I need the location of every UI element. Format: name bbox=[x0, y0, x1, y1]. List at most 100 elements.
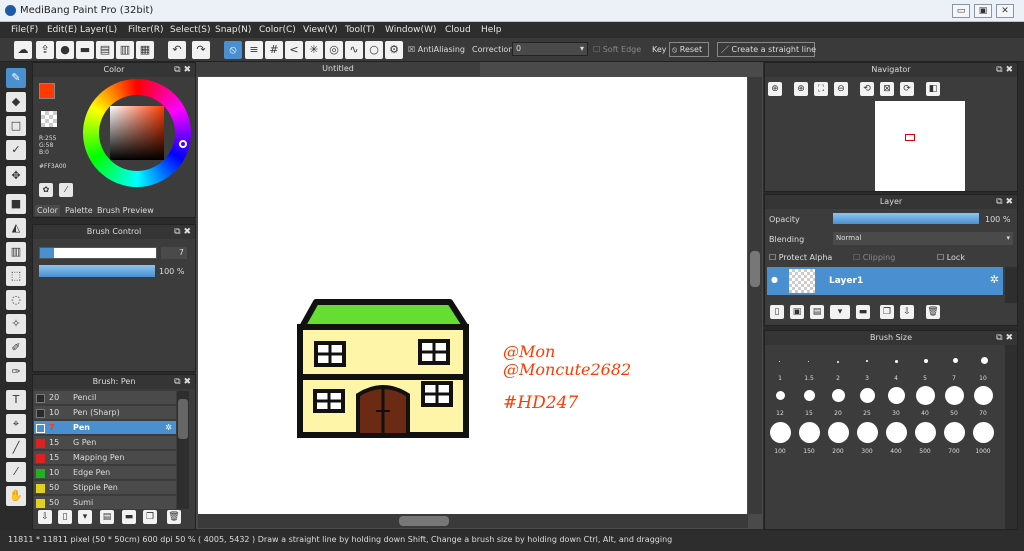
brush-item[interactable]: 15 G Pen bbox=[34, 436, 176, 450]
layer-settings-icon[interactable]: ✲ bbox=[990, 273, 999, 286]
rotate-right-icon[interactable]: ⟳ bbox=[900, 82, 914, 96]
select-pen-tool-icon[interactable]: ✐ bbox=[6, 338, 26, 358]
brush-size-scrollbar[interactable] bbox=[1005, 345, 1017, 529]
text-tool-icon[interactable]: T bbox=[6, 390, 26, 410]
trash-icon[interactable]: 🗑 bbox=[167, 510, 181, 524]
brush-size-dot[interactable] bbox=[973, 422, 994, 443]
brush-size-dot[interactable] bbox=[945, 386, 964, 405]
menu-tool[interactable]: Tool(T) bbox=[345, 25, 375, 35]
scrollbar-thumb[interactable] bbox=[750, 251, 760, 287]
add-brush-menu-icon[interactable]: ▾ bbox=[78, 510, 92, 524]
antialiasing-checkbox[interactable]: ☒ AntiAliasing bbox=[408, 45, 465, 54]
eyedropper-tool-icon[interactable]: ⁄ bbox=[6, 462, 26, 482]
zoom-out-icon[interactable]: ⊖ bbox=[834, 82, 848, 96]
radial-snap-icon[interactable]: ✳ bbox=[305, 41, 323, 59]
new-layer-icon[interactable]: ▯ bbox=[770, 305, 784, 319]
brush-item[interactable]: 10 Edge Pen bbox=[34, 466, 176, 480]
lasso-tool-icon[interactable]: ◌ bbox=[6, 290, 26, 310]
concentric-snap-icon[interactable]: ◎ bbox=[325, 41, 343, 59]
curve-snap-icon[interactable]: ∿ bbox=[345, 41, 363, 59]
brush-size-dot[interactable] bbox=[857, 422, 878, 443]
document-tab[interactable]: Untitled bbox=[196, 62, 480, 76]
perspective-snap-icon[interactable]: < bbox=[285, 41, 303, 59]
hand-tool-icon[interactable]: ✋ bbox=[6, 486, 26, 506]
panel-controls-icon[interactable]: ⧉ ✖ bbox=[996, 63, 1013, 77]
menu-select[interactable]: Select(S) bbox=[170, 25, 211, 35]
brush-size-value[interactable]: 7 bbox=[161, 247, 187, 259]
merge-layer-icon[interactable]: ⇩ bbox=[900, 305, 914, 319]
eraser-tool-icon[interactable]: ◆ bbox=[6, 92, 26, 112]
brush-tool-icon[interactable]: ✎ bbox=[6, 68, 26, 88]
operation-tool-icon[interactable]: ⌖ bbox=[6, 414, 26, 434]
brush-size-dot[interactable] bbox=[770, 422, 791, 443]
minimize-button[interactable]: ▭ bbox=[952, 4, 970, 18]
scrollbar-thumb[interactable] bbox=[178, 399, 188, 439]
menu-file[interactable]: File(F) bbox=[11, 25, 38, 35]
gradient-tool-icon[interactable]: ▥ bbox=[6, 242, 26, 262]
move-tool-icon[interactable]: ✥ bbox=[6, 166, 26, 186]
menu-window[interactable]: Window(W) bbox=[385, 25, 436, 35]
transparent-color[interactable] bbox=[41, 111, 57, 127]
brush-size-slider[interactable] bbox=[39, 247, 157, 259]
layer-row[interactable]: ● Layer1 ✲ bbox=[767, 267, 1003, 295]
brush-item[interactable]: 10 Pen (Sharp) bbox=[34, 406, 176, 420]
menu-edit[interactable]: Edit(E) bbox=[47, 25, 77, 35]
panel-controls-icon[interactable]: ⧉ ✖ bbox=[174, 225, 191, 239]
add-layer-menu-icon[interactable]: ▾ bbox=[830, 305, 850, 319]
select-tool-icon[interactable]: ⬚ bbox=[6, 266, 26, 286]
new-brush-icon[interactable]: ▯ bbox=[58, 510, 72, 524]
duplicate-brush-icon[interactable]: ❐ bbox=[143, 510, 157, 524]
navigator-preview[interactable] bbox=[875, 101, 965, 191]
fit-screen-icon[interactable]: ⊠ bbox=[880, 82, 894, 96]
tab-color[interactable]: Color bbox=[35, 205, 60, 216]
brush-size-dot[interactable] bbox=[944, 422, 965, 443]
drawing-canvas[interactable]: @Mon @Moncute2682 #HD247 bbox=[198, 77, 747, 514]
panel-controls-icon[interactable]: ⧉ ✖ bbox=[174, 63, 191, 77]
correction-select[interactable]: 0 ▾ bbox=[512, 42, 588, 56]
maximize-button[interactable]: ▣ bbox=[974, 4, 992, 18]
reset-button[interactable]: ⦸ Reset bbox=[669, 42, 709, 57]
flip-icon[interactable]: ◧ bbox=[926, 82, 940, 96]
snap-off-icon[interactable]: ⦸ bbox=[224, 41, 242, 59]
grid-snap-icon[interactable]: # bbox=[265, 41, 283, 59]
dot-brush-tool-icon[interactable]: ✓ bbox=[6, 140, 26, 160]
panel-controls-icon[interactable]: ⧉ ✖ bbox=[996, 331, 1013, 345]
brush-item[interactable]: 50 Sumi bbox=[34, 496, 176, 510]
menu-help[interactable]: Help bbox=[481, 25, 502, 35]
brush-size-dot[interactable] bbox=[886, 422, 907, 443]
page-icon[interactable]: ▤ bbox=[96, 41, 114, 59]
undo-icon[interactable]: ↶ bbox=[168, 41, 186, 59]
tab-brush-preview[interactable]: Brush Preview bbox=[95, 205, 156, 216]
tab-palette[interactable]: Palette bbox=[63, 205, 95, 216]
visibility-icon[interactable]: ● bbox=[771, 275, 778, 284]
blending-select[interactable]: Normal ▾ bbox=[833, 232, 1013, 245]
canvas-vertical-scrollbar[interactable] bbox=[748, 77, 762, 514]
brush-item[interactable]: 15 Mapping Pen bbox=[34, 451, 176, 465]
layer-opacity-slider[interactable] bbox=[833, 213, 979, 224]
panel-controls-icon[interactable]: ⧉ ✖ bbox=[174, 375, 191, 389]
lock-checkbox[interactable]: ☐ Lock bbox=[937, 253, 965, 262]
protect-alpha-checkbox[interactable]: ☐ Protect Alpha bbox=[769, 253, 832, 262]
brush-size-dot[interactable] bbox=[776, 391, 785, 400]
select-eraser-tool-icon[interactable]: ✑ bbox=[6, 362, 26, 382]
magic-wand-tool-icon[interactable]: ✧ bbox=[6, 314, 26, 334]
brush-item[interactable]: 50 Stipple Pen bbox=[34, 481, 176, 495]
brush-file-icon[interactable]: ▤ bbox=[100, 510, 114, 524]
duplicate-layer-icon[interactable]: ❐ bbox=[880, 305, 894, 319]
navigator-viewport[interactable] bbox=[905, 134, 915, 141]
layer-scrollbar[interactable] bbox=[1005, 267, 1017, 303]
parallel-snap-icon[interactable]: ≡ bbox=[245, 41, 263, 59]
cloud-icon[interactable]: ☁ bbox=[14, 41, 32, 59]
eyedropper-icon[interactable]: ⁄ bbox=[59, 183, 73, 197]
rectangle-tool-icon[interactable]: □ bbox=[6, 116, 26, 136]
comment-icon[interactable]: ● bbox=[56, 41, 74, 59]
brush-size-dot[interactable] bbox=[924, 359, 928, 363]
brush-size-dot[interactable] bbox=[832, 389, 845, 402]
fit-icon[interactable]: ⛶ bbox=[814, 82, 828, 96]
brush-size-dot[interactable] bbox=[799, 422, 820, 443]
menu-color[interactable]: Color(C) bbox=[259, 25, 296, 35]
brush-size-dot[interactable] bbox=[866, 360, 868, 362]
brush-size-dot[interactable] bbox=[779, 361, 780, 362]
brush-size-dot[interactable] bbox=[837, 361, 839, 363]
brush-size-dot[interactable] bbox=[860, 388, 875, 403]
